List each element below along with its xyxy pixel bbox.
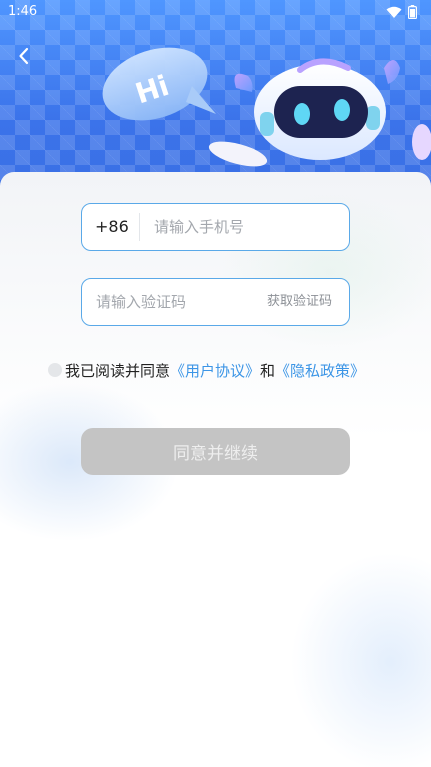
field-divider	[139, 213, 140, 241]
chevron-left-icon	[19, 47, 29, 65]
agreement-checkbox[interactable]	[48, 363, 62, 377]
phone-field: +86	[81, 203, 350, 251]
agreement-row: 我已阅读并同意 《用户协议》 和 《隐私政策》	[48, 358, 365, 382]
battery-icon	[408, 4, 418, 23]
country-code-prefix[interactable]: +86	[95, 204, 129, 250]
agree-continue-button[interactable]: 同意并继续	[81, 428, 350, 475]
hi-bubble-illustration: Hi	[102, 47, 216, 121]
agreement-text: 我已阅读并同意	[65, 361, 171, 380]
wifi-icon	[386, 4, 402, 23]
back-button[interactable]	[12, 44, 36, 68]
robot-mascot-illustration	[208, 58, 431, 167]
get-code-button[interactable]: 获取验证码	[267, 279, 332, 325]
user-agreement-link[interactable]: 《用户协议》	[170, 360, 260, 381]
header-banner: 1:46 Hi	[0, 0, 431, 200]
privacy-policy-link[interactable]: 《隐私政策》	[275, 360, 365, 381]
status-bar: 1:46	[0, 0, 431, 24]
verification-code-input[interactable]	[96, 279, 256, 325]
status-time: 1:46	[8, 4, 38, 19]
verification-code-field: 获取验证码	[81, 278, 350, 326]
agreement-conjunction: 和	[260, 361, 276, 380]
status-icons	[386, 4, 418, 23]
phone-input[interactable]	[154, 204, 344, 250]
